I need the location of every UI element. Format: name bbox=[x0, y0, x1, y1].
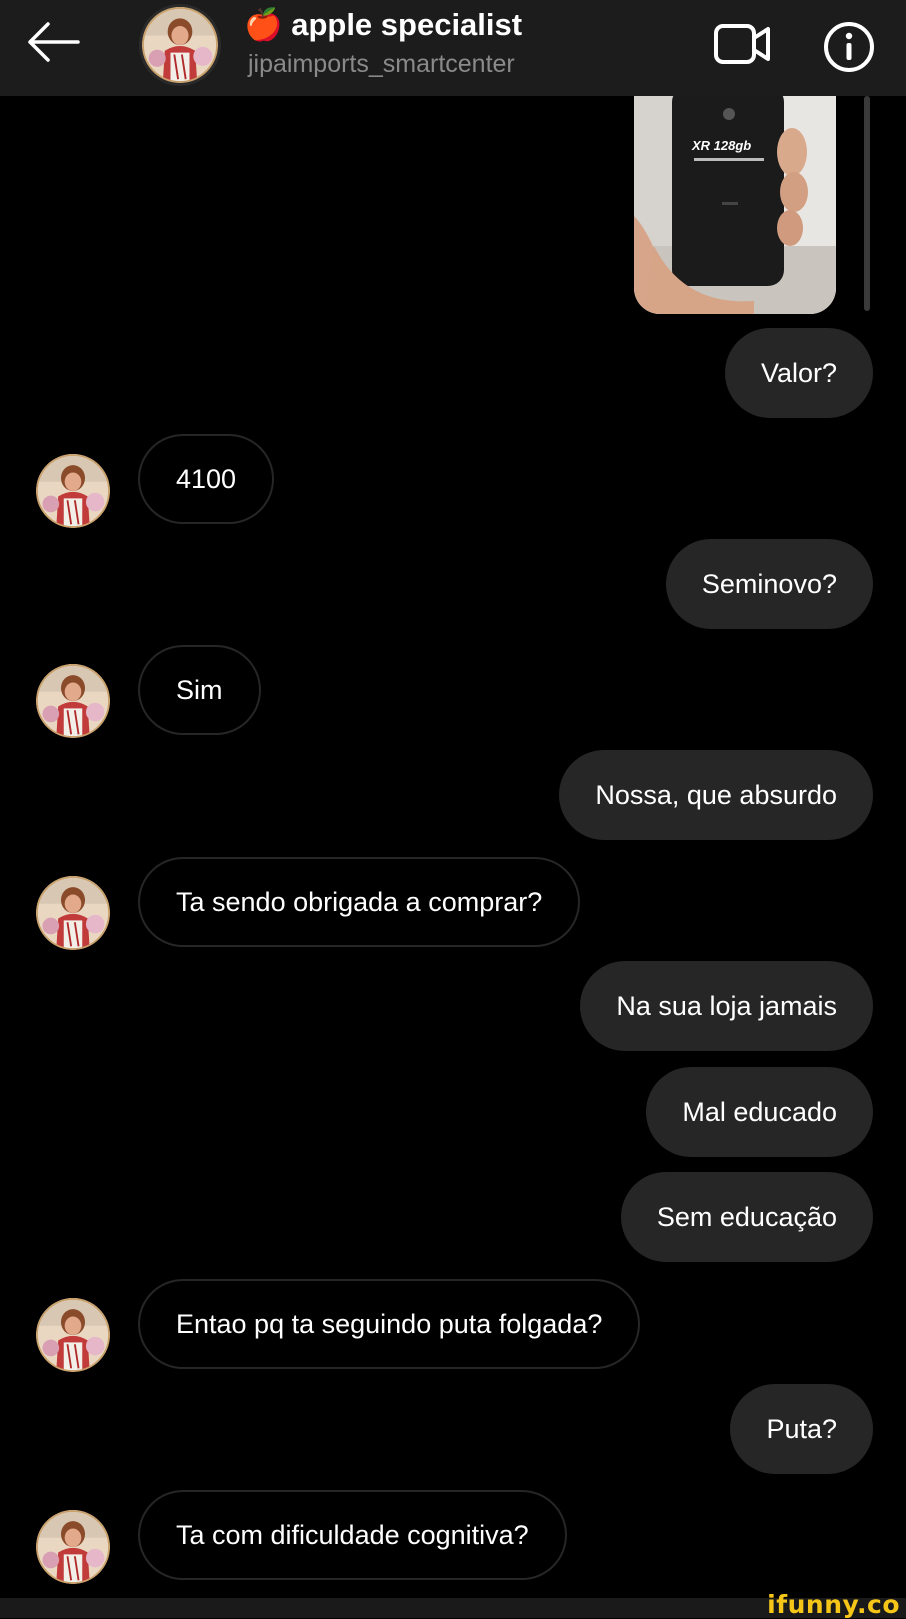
sender-avatar[interactable] bbox=[36, 454, 110, 528]
message-outgoing[interactable]: Puta? bbox=[730, 1384, 873, 1474]
scrollbar[interactable] bbox=[864, 96, 870, 311]
message-incoming[interactable]: Sim bbox=[138, 645, 261, 735]
back-button[interactable] bbox=[22, 16, 86, 68]
message-outgoing[interactable]: Na sua loja jamais bbox=[580, 961, 873, 1051]
contact-avatar[interactable] bbox=[139, 4, 221, 86]
message-incoming[interactable]: 4100 bbox=[138, 434, 275, 524]
photo-caption: XR 128gb bbox=[692, 138, 752, 153]
message-incoming[interactable]: Ta sendo obrigada a comprar? bbox=[138, 857, 581, 947]
message-outgoing[interactable]: Sem educação bbox=[620, 1172, 873, 1262]
photo-caption-detail bbox=[694, 158, 764, 161]
message-outgoing[interactable]: Mal educado bbox=[646, 1067, 873, 1157]
sender-avatar[interactable] bbox=[36, 1510, 110, 1584]
message-outgoing[interactable]: Seminovo? bbox=[665, 539, 873, 629]
avatar-image bbox=[142, 7, 218, 83]
avatar-image bbox=[36, 1510, 110, 1584]
info-circle-icon bbox=[824, 22, 874, 72]
sender-avatar[interactable] bbox=[36, 876, 110, 950]
shared-photo[interactable]: XR 128gb bbox=[634, 96, 836, 314]
video-camera-icon bbox=[714, 24, 770, 64]
arrow-left-icon bbox=[28, 22, 80, 62]
message-incoming[interactable]: Entao pq ta seguindo puta folgada? bbox=[138, 1279, 641, 1369]
message-outgoing[interactable]: Nossa, que absurdo bbox=[559, 750, 873, 840]
message-incoming[interactable]: Ta com dificuldade cognitiva? bbox=[138, 1490, 567, 1580]
contact-name[interactable]: 🍎 apple specialist bbox=[244, 6, 522, 43]
sender-avatar[interactable] bbox=[36, 1298, 110, 1372]
info-button[interactable] bbox=[822, 20, 876, 74]
video-call-button[interactable] bbox=[712, 18, 774, 70]
watermark: ifunny.co bbox=[767, 1590, 900, 1619]
phone-photo-image bbox=[634, 96, 836, 314]
chat-header: 🍎 apple specialist jipaimports_smartcent… bbox=[0, 0, 906, 96]
avatar-image bbox=[36, 454, 110, 528]
sender-avatar[interactable] bbox=[36, 664, 110, 738]
avatar-image bbox=[36, 664, 110, 738]
avatar-image bbox=[36, 1298, 110, 1372]
message-outgoing[interactable]: Valor? bbox=[724, 328, 873, 418]
avatar-image bbox=[36, 876, 110, 950]
contact-username: jipaimports_smartcenter bbox=[248, 50, 515, 78]
